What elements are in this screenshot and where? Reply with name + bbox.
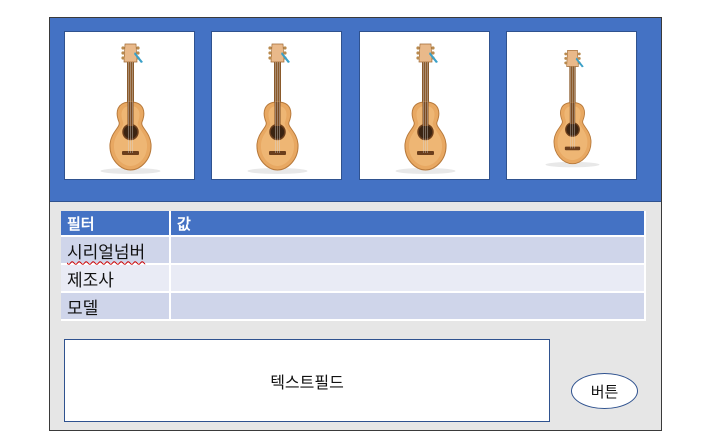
row-label-serial-number: 시리얼넘버: [61, 237, 171, 265]
gallery-item-3[interactable]: [359, 31, 490, 180]
row-label-manufacturer: 제조사: [61, 265, 171, 293]
guitar-icon: [247, 43, 308, 174]
action-button-label: 버튼: [590, 382, 619, 401]
gallery-item-2[interactable]: [211, 31, 342, 180]
row-label-model: 모델: [61, 293, 171, 321]
text-field-label: 텍스트필드: [270, 372, 344, 392]
row-value-serial-number[interactable]: [171, 237, 646, 265]
gallery-item-4[interactable]: [506, 31, 637, 180]
guitar-icon: [100, 43, 161, 174]
table-row: 시리얼넘버: [61, 237, 646, 265]
text-field[interactable]: 텍스트필드: [64, 339, 550, 422]
guitar-icon: [545, 49, 600, 168]
row-value-manufacturer[interactable]: [171, 265, 646, 293]
serial-number-label: 시리얼넘버: [67, 242, 146, 263]
image-gallery: [50, 18, 661, 202]
guitar-image: [395, 43, 456, 174]
action-button[interactable]: 버튼: [571, 373, 638, 409]
header-filter: 필터: [61, 211, 171, 237]
gallery-item-1[interactable]: [64, 31, 195, 180]
table-header-row: 필터 값: [61, 211, 646, 237]
app-frame: 필터 값 시리얼넘버 제조사 모델 텍스트필드 버튼: [49, 17, 662, 431]
table-row: 제조사: [61, 265, 646, 293]
guitar-icon: [395, 43, 456, 174]
table-row: 모델: [61, 293, 646, 321]
filter-table: 필터 값 시리얼넘버 제조사 모델: [61, 211, 646, 321]
header-value: 값: [171, 211, 646, 237]
guitar-image: [247, 43, 308, 174]
row-value-model[interactable]: [171, 293, 646, 321]
guitar-image: [545, 49, 600, 168]
guitar-image: [100, 43, 161, 174]
